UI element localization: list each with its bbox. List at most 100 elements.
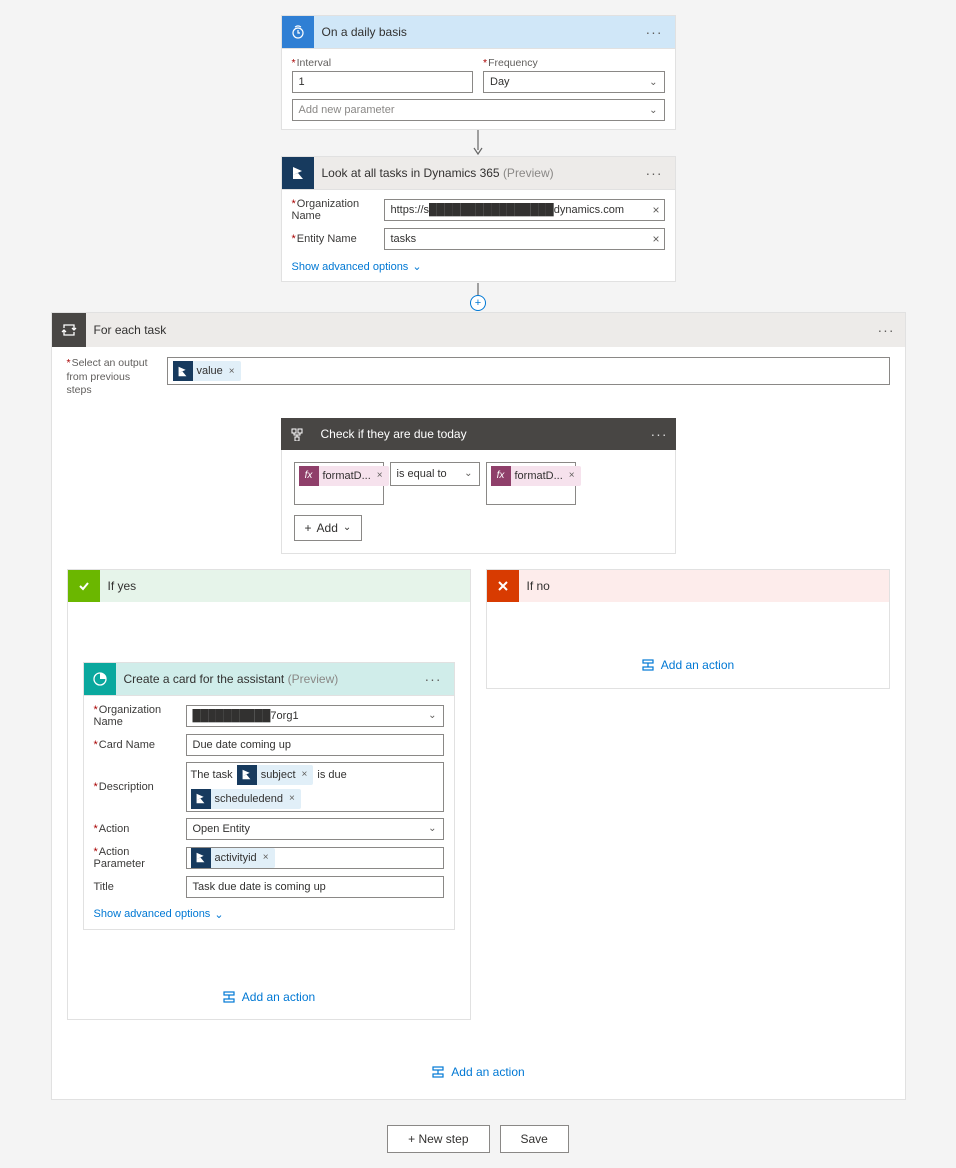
remove-pill-icon[interactable]: × — [300, 769, 310, 780]
scheduledend-pill[interactable]: scheduledend× — [191, 789, 301, 809]
add-action-icon — [222, 990, 236, 1004]
dynamics-title: Look at all tasks in Dynamics 365 (Previ… — [314, 166, 642, 180]
remove-pill-icon[interactable]: × — [261, 852, 271, 863]
assistant-card: Create a card for the assistant (Preview… — [83, 662, 455, 930]
chevron-down-icon: ⌄ — [464, 468, 472, 479]
if-no-title: If no — [519, 579, 889, 593]
actionparam-input[interactable]: activityid× — [186, 847, 444, 869]
foreach-add-action-button[interactable]: Add an action — [67, 1065, 890, 1079]
add-action-icon — [431, 1065, 445, 1079]
remove-pill-icon[interactable]: × — [287, 793, 297, 804]
chevron-down-icon: ⌄ — [214, 908, 223, 921]
show-advanced-link[interactable]: Show advanced options ⌄ — [292, 260, 422, 273]
new-step-button[interactable]: + New step — [387, 1125, 489, 1153]
frequency-select[interactable]: Day⌄ — [483, 71, 665, 93]
clear-icon[interactable]: × — [652, 203, 659, 217]
condition-operator-select[interactable]: is equal to⌄ — [390, 462, 480, 486]
add-action-icon — [641, 658, 655, 672]
dynamics-icon — [282, 157, 314, 189]
foreach-menu-icon[interactable]: ··· — [874, 322, 905, 338]
select-output-label: *Select an output from previous steps — [67, 357, 152, 398]
actionparam-label: *Action Parameter — [94, 846, 176, 870]
dynamics-menu-icon[interactable]: ··· — [642, 165, 667, 181]
if-yes-branch: If yes Create a card for the assistant (… — [67, 569, 471, 1020]
trigger-menu-icon[interactable]: ··· — [642, 24, 667, 40]
dynamics-icon — [237, 765, 257, 785]
condition-icon — [281, 418, 313, 450]
chevron-down-icon: ⌄ — [412, 260, 421, 273]
clock-icon — [282, 16, 314, 48]
title-input[interactable]: Task due date is coming up — [186, 876, 444, 898]
entity-name-label: *Entity Name — [292, 233, 374, 245]
select-output-input[interactable]: value × — [167, 357, 890, 385]
formula-pill-right[interactable]: fx formatD... × — [491, 466, 581, 486]
trigger-card: On a daily basis ··· *Interval 1 *Freque… — [281, 15, 676, 130]
subject-pill[interactable]: subject× — [237, 765, 314, 785]
org-name-label: *Organization Name — [292, 198, 374, 222]
action-select[interactable]: Open Entity⌄ — [186, 818, 444, 840]
description-input[interactable]: The task subject× is due scheduledend× — [186, 762, 444, 812]
condition-left-input[interactable]: fx formatD... × — [294, 462, 384, 505]
activityid-pill[interactable]: activityid× — [191, 848, 275, 868]
chevron-down-icon: ⌄ — [343, 522, 351, 533]
dynamics-icon — [191, 848, 211, 868]
remove-pill-icon[interactable]: × — [375, 470, 385, 481]
clear-icon[interactable]: × — [652, 232, 659, 246]
org-name-input[interactable]: https://s████████████████dynamics.com× — [384, 199, 665, 221]
title-field-label: Title — [94, 881, 176, 893]
assistant-header[interactable]: Create a card for the assistant (Preview… — [84, 663, 454, 695]
assistant-title: Create a card for the assistant (Preview… — [116, 672, 421, 686]
entity-name-input[interactable]: tasks× — [384, 228, 665, 250]
condition-header[interactable]: Check if they are due today ··· — [281, 418, 676, 450]
condition-title: Check if they are due today — [313, 427, 647, 441]
assist-org-select[interactable]: ██████████7org1⌄ — [186, 705, 444, 727]
yes-add-action-button[interactable]: Add an action — [83, 990, 455, 1004]
dynamics-header[interactable]: Look at all tasks in Dynamics 365 (Previ… — [282, 157, 675, 189]
add-parameter-select[interactable]: Add new parameter⌄ — [292, 99, 665, 121]
chevron-down-icon: ⌄ — [649, 105, 657, 116]
chevron-down-icon: ⌄ — [649, 77, 657, 88]
if-yes-header: If yes — [68, 570, 470, 602]
cardname-input[interactable]: Due date coming up — [186, 734, 444, 756]
plus-icon: + — [305, 521, 312, 535]
save-button[interactable]: Save — [500, 1125, 569, 1153]
chevron-down-icon: ⌄ — [428, 823, 436, 834]
interval-label: *Interval — [292, 57, 474, 69]
no-add-action-button[interactable]: Add an action — [641, 658, 734, 672]
remove-pill-icon[interactable]: × — [227, 366, 237, 377]
if-yes-title: If yes — [100, 579, 470, 593]
formula-pill-left[interactable]: fx formatD... × — [299, 466, 389, 486]
condition-add-button[interactable]: +Add⌄ — [294, 515, 363, 541]
value-pill[interactable]: value × — [173, 361, 241, 381]
check-icon — [68, 570, 100, 602]
fx-icon: fx — [491, 466, 511, 486]
fx-icon: fx — [299, 466, 319, 486]
assist-org-label: *Organization Name — [94, 704, 176, 728]
foreach-card: For each task ··· *Select an output from… — [51, 312, 906, 1100]
foreach-header[interactable]: For each task ··· — [52, 313, 905, 347]
condition-right-input[interactable]: fx formatD... × — [486, 462, 576, 505]
if-no-branch: If no Add an action — [486, 569, 890, 689]
insert-step-button[interactable]: + — [470, 295, 486, 311]
chevron-down-icon: ⌄ — [428, 710, 436, 721]
assistant-menu-icon[interactable]: ··· — [421, 671, 446, 687]
condition-card: Check if they are due today ··· fx forma… — [281, 418, 676, 554]
flow-arrow — [472, 130, 484, 156]
dynamics-card: Look at all tasks in Dynamics 365 (Previ… — [281, 156, 676, 282]
dynamics-icon — [173, 361, 193, 381]
foreach-title: For each task — [86, 323, 874, 337]
loop-icon — [52, 313, 86, 347]
interval-input[interactable]: 1 — [292, 71, 474, 93]
if-no-header: If no — [487, 570, 889, 602]
assistant-show-advanced-link[interactable]: Show advanced options ⌄ — [94, 908, 224, 921]
condition-menu-icon[interactable]: ··· — [647, 426, 676, 442]
description-label: *Description — [94, 781, 176, 793]
remove-pill-icon[interactable]: × — [567, 470, 577, 481]
frequency-label: *Frequency — [483, 57, 665, 69]
dynamics-icon — [191, 789, 211, 809]
trigger-header[interactable]: On a daily basis ··· — [282, 16, 675, 48]
cross-icon — [487, 570, 519, 602]
flow-arrow-plus: + — [470, 282, 486, 312]
cardname-label: *Card Name — [94, 739, 176, 751]
action-label: *Action — [94, 823, 176, 835]
